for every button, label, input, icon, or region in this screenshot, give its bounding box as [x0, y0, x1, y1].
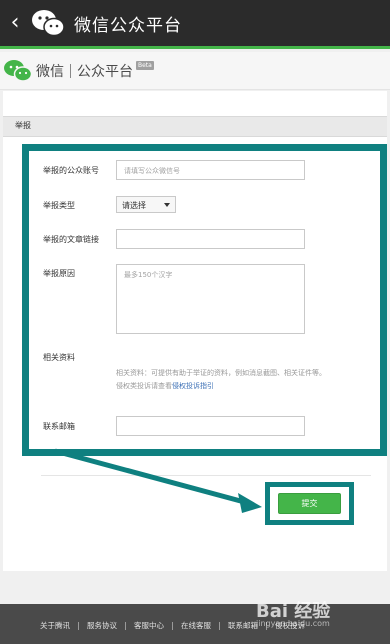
materials-note-line1: 相关资料：可提供有助于举证的资料，例如消息截图、相关证件等。	[116, 369, 326, 377]
account-label: 举报的公众账号	[43, 166, 99, 175]
section-title: 举报	[15, 121, 31, 130]
watermark-url: jingyan.baidu.com	[256, 619, 330, 628]
footer-link[interactable]: 关于腾讯	[40, 620, 70, 631]
link-input[interactable]	[116, 229, 305, 249]
brand-subtitle: 公众平台	[77, 63, 133, 80]
link-label: 举报的文章链接	[43, 235, 99, 244]
brand-divider	[70, 63, 71, 78]
footer-separator	[172, 621, 173, 630]
reason-textarea[interactable]: 最多150个汉字	[116, 264, 305, 334]
footer-link[interactable]: 在线客服	[181, 620, 211, 631]
email-label: 联系邮箱	[43, 422, 75, 431]
section-header: 举报	[3, 116, 387, 137]
top-bar: ‹ 微信公众平台	[0, 0, 390, 49]
footer-separator	[125, 621, 126, 630]
wechat-logo-icon	[4, 59, 33, 82]
wechat-logo-icon	[32, 10, 65, 37]
materials-label: 相关资料	[43, 353, 75, 362]
type-select-value: 请选择	[122, 201, 146, 210]
type-select[interactable]: 请选择	[116, 196, 176, 213]
email-input[interactable]	[116, 416, 305, 436]
caret-down-icon	[164, 203, 170, 207]
materials-note-line2: 侵权类投诉请查看侵权投诉指引	[116, 380, 378, 393]
submit-highlight: 提交	[265, 482, 354, 525]
app-title: 微信公众平台	[74, 15, 182, 36]
footer-link[interactable]: 客服中心	[134, 620, 164, 631]
account-input[interactable]: 请填写公众微信号	[116, 160, 305, 180]
submit-button[interactable]: 提交	[278, 493, 341, 514]
footer-separator	[78, 621, 79, 630]
chevron-left-icon[interactable]: ‹	[2, 12, 28, 34]
footer-separator	[219, 621, 220, 630]
form-divider	[41, 475, 371, 476]
materials-note-prefix: 侵权类投诉请查看	[116, 382, 172, 390]
guide-link[interactable]: 侵权投诉指引	[172, 382, 214, 390]
materials-note: 相关资料：可提供有助于举证的资料，例如消息截图、相关证件等。 侵权类投诉请查看侵…	[116, 367, 378, 393]
report-form: 举报的公众账号 请填写公众微信号 举报类型 请选择 举报的文章链接 举报原因 最…	[22, 144, 387, 456]
report-page: 举报 举报的公众账号 请填写公众微信号 举报类型 请选择 举报的文章链接 举报原…	[3, 91, 387, 571]
beta-badge: Beta	[136, 61, 154, 70]
watermark: Bai 经验 jingyan.baidu.com	[256, 597, 386, 635]
type-label: 举报类型	[43, 201, 75, 210]
brand-bar: 微信 公众平台 Beta	[0, 52, 390, 90]
footer-link[interactable]: 联系邮箱	[228, 620, 258, 631]
footer-link[interactable]: 服务协议	[87, 620, 117, 631]
brand-name: 微信	[36, 63, 64, 80]
reason-label: 举报原因	[43, 269, 75, 278]
